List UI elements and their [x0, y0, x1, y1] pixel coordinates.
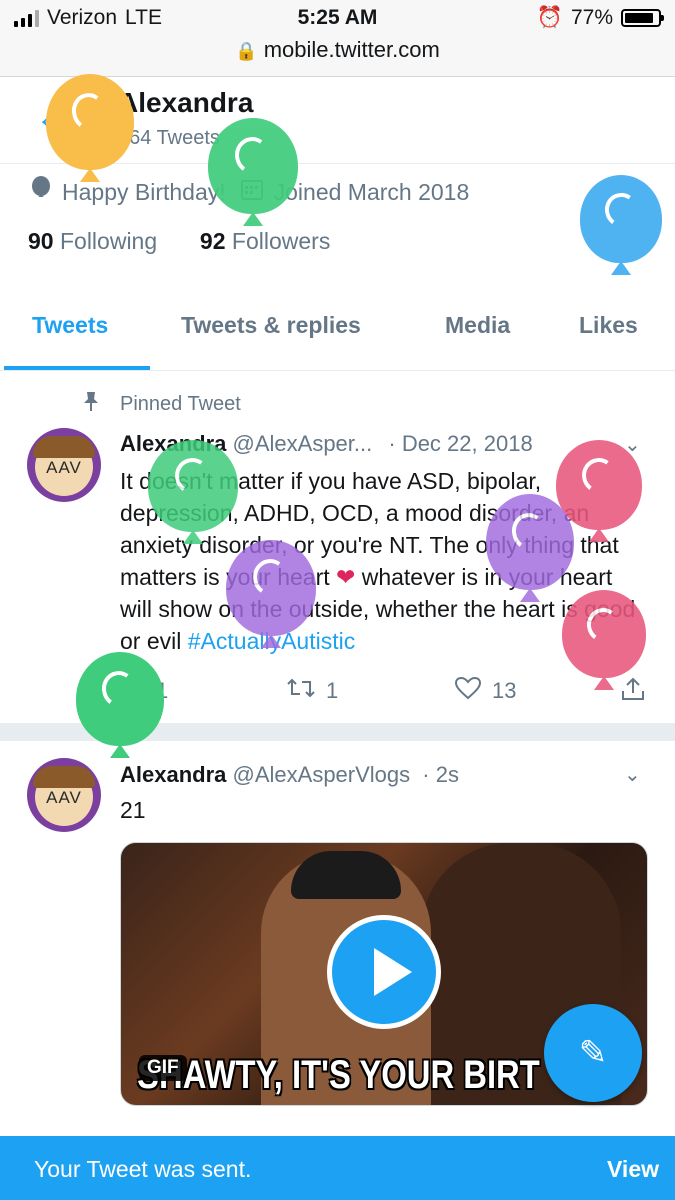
- battery-percent: 77%: [570, 6, 613, 29]
- share-button[interactable]: [620, 676, 646, 708]
- pinned-indicator: Pinned Tweet: [80, 390, 241, 418]
- avatar[interactable]: AAV: [27, 758, 101, 832]
- retweet-icon: [286, 676, 316, 706]
- header-name: Alexandra: [118, 87, 254, 118]
- url-bar[interactable]: 🔒 mobile.twitter.com: [0, 38, 675, 77]
- followers-label: Followers: [231, 228, 331, 254]
- share-icon: [620, 676, 646, 708]
- gif-badge: GIF: [139, 1055, 187, 1081]
- tab-likes[interactable]: Likes: [579, 312, 638, 339]
- balloon-icon: [30, 176, 52, 208]
- following-count: 90: [28, 228, 54, 254]
- tweet-text: 21: [120, 797, 146, 823]
- joined-text: Joined March 2018: [273, 178, 470, 205]
- balloon-icon: [556, 440, 642, 542]
- chevron-down-icon[interactable]: ⌄: [624, 762, 641, 787]
- like-button[interactable]: 13: [454, 676, 516, 706]
- gif-caption: SHAWTY, IT'S YOUR BIRT: [137, 1053, 540, 1097]
- balloon-icon: [208, 118, 298, 226]
- avatar-text: AAV: [46, 788, 82, 807]
- retweet-count: 1: [326, 678, 339, 703]
- like-count: 13: [492, 678, 517, 703]
- avatar[interactable]: AAV: [27, 428, 101, 502]
- url-text: mobile.twitter.com: [263, 37, 440, 62]
- avatar-text: AAV: [46, 458, 82, 477]
- tweet-author-handle[interactable]: @AlexAsper...: [233, 431, 373, 456]
- follow-stats: 90 Following 92 Followers: [28, 228, 330, 255]
- following-label: Following: [59, 228, 158, 254]
- battery-info: ⏰ 77%: [536, 6, 664, 30]
- status-bar: Verizon LTE 5:25 AM ⏰ 77%: [0, 0, 675, 38]
- pinned-label: Pinned Tweet: [120, 392, 241, 415]
- birthday-text: Happy Birthday!: [62, 178, 226, 205]
- tweet-date[interactable]: · Dec 22, 2018: [388, 431, 532, 456]
- like-icon: [454, 676, 482, 706]
- balloon-icon: [46, 74, 134, 182]
- toast-view-button[interactable]: View: [607, 1156, 659, 1183]
- alarm-icon: ⏰: [536, 6, 563, 29]
- profile-tabs: Tweets Tweets & replies Media Likes: [0, 290, 675, 371]
- tweet-header: Alexandra @AlexAsperVlogs · 2s: [120, 762, 459, 788]
- followers-link[interactable]: 92 Followers: [200, 228, 330, 254]
- active-tab-indicator: [4, 366, 150, 370]
- balloon-icon: [76, 652, 164, 758]
- tweet-author-handle[interactable]: @AlexAsperVlogs: [233, 762, 411, 787]
- tab-tweets-replies[interactable]: Tweets & replies: [181, 312, 361, 339]
- balloon-icon: [486, 494, 574, 602]
- following-link[interactable]: 90 Following: [28, 228, 157, 254]
- tab-media[interactable]: Media: [445, 312, 510, 339]
- balloon-icon: [226, 540, 316, 648]
- tweet-sent-toast: Your Tweet was sent. View: [0, 1136, 675, 1200]
- compose-tweet-button[interactable]: ✎: [544, 1004, 642, 1102]
- gif-frame-cap: [291, 851, 401, 899]
- pin-icon: [80, 390, 102, 418]
- play-button-icon[interactable]: [327, 915, 441, 1029]
- battery-icon: [621, 9, 664, 27]
- tweet-actions: 1 1 13: [120, 676, 650, 706]
- tweet-time[interactable]: · 2s: [422, 762, 459, 787]
- toast-message: Your Tweet was sent.: [34, 1156, 252, 1182]
- tab-tweets[interactable]: Tweets: [32, 312, 108, 339]
- tweet-author-name[interactable]: Alexandra: [120, 762, 226, 787]
- lock-icon: 🔒: [235, 41, 258, 61]
- compose-icon: ✎: [578, 1034, 608, 1072]
- balloon-icon: [562, 590, 646, 690]
- balloon-icon: [148, 440, 238, 544]
- retweet-button[interactable]: 1: [286, 676, 338, 706]
- followers-count: 92: [199, 228, 226, 254]
- heart-emoji-icon: ❤: [336, 564, 356, 590]
- balloon-icon: [580, 175, 662, 275]
